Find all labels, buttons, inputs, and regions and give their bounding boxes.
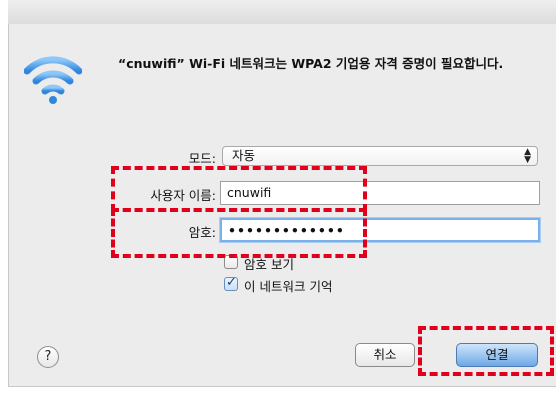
cancel-button[interactable]: 취소: [355, 343, 415, 367]
wifi-credentials-dialog: [8, 24, 556, 387]
connect-button[interactable]: 연결: [456, 343, 538, 367]
help-button[interactable]: ?: [37, 346, 59, 368]
mode-select-value: 자동: [232, 148, 256, 163]
mode-label: 모드:: [188, 151, 216, 166]
select-arrows-icon: ▲ ▼: [524, 147, 531, 165]
password-field[interactable]: •••••••••••••: [220, 218, 540, 242]
dialog-message: “cnuwifi” Wi-Fi 네트워크는 WPA2 기업용 자격 증명이 필요…: [118, 56, 504, 71]
show-password-label: 암호 보기: [244, 257, 294, 272]
show-password-checkbox[interactable]: [224, 255, 238, 269]
remember-network-checkbox[interactable]: ✓: [224, 275, 238, 291]
password-label: 암호:: [188, 225, 216, 240]
username-field[interactable]: cnuwifi: [220, 181, 540, 205]
remember-network-label: 이 네트워크 기억: [244, 279, 333, 294]
username-label: 사용자 이름:: [150, 188, 216, 203]
check-icon: ✓: [226, 275, 237, 290]
window-titlebar: [8, 0, 556, 25]
mode-select[interactable]: 자동 ▲ ▼: [222, 146, 538, 166]
wifi-icon: [24, 56, 82, 104]
